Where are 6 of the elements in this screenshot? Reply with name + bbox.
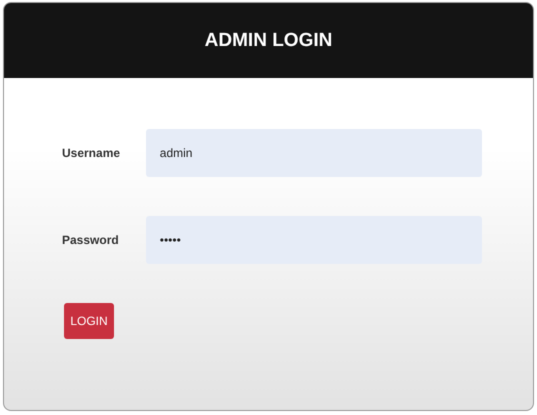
input-field[interactable]: •••••	[146, 216, 482, 264]
page-title: ADMIN LOGIN	[204, 30, 332, 52]
input-field[interactable]: admin	[146, 129, 482, 177]
field-label: Password	[62, 233, 120, 247]
login-button[interactable]: LOGIN	[64, 303, 114, 339]
field-label: Username	[62, 146, 122, 160]
